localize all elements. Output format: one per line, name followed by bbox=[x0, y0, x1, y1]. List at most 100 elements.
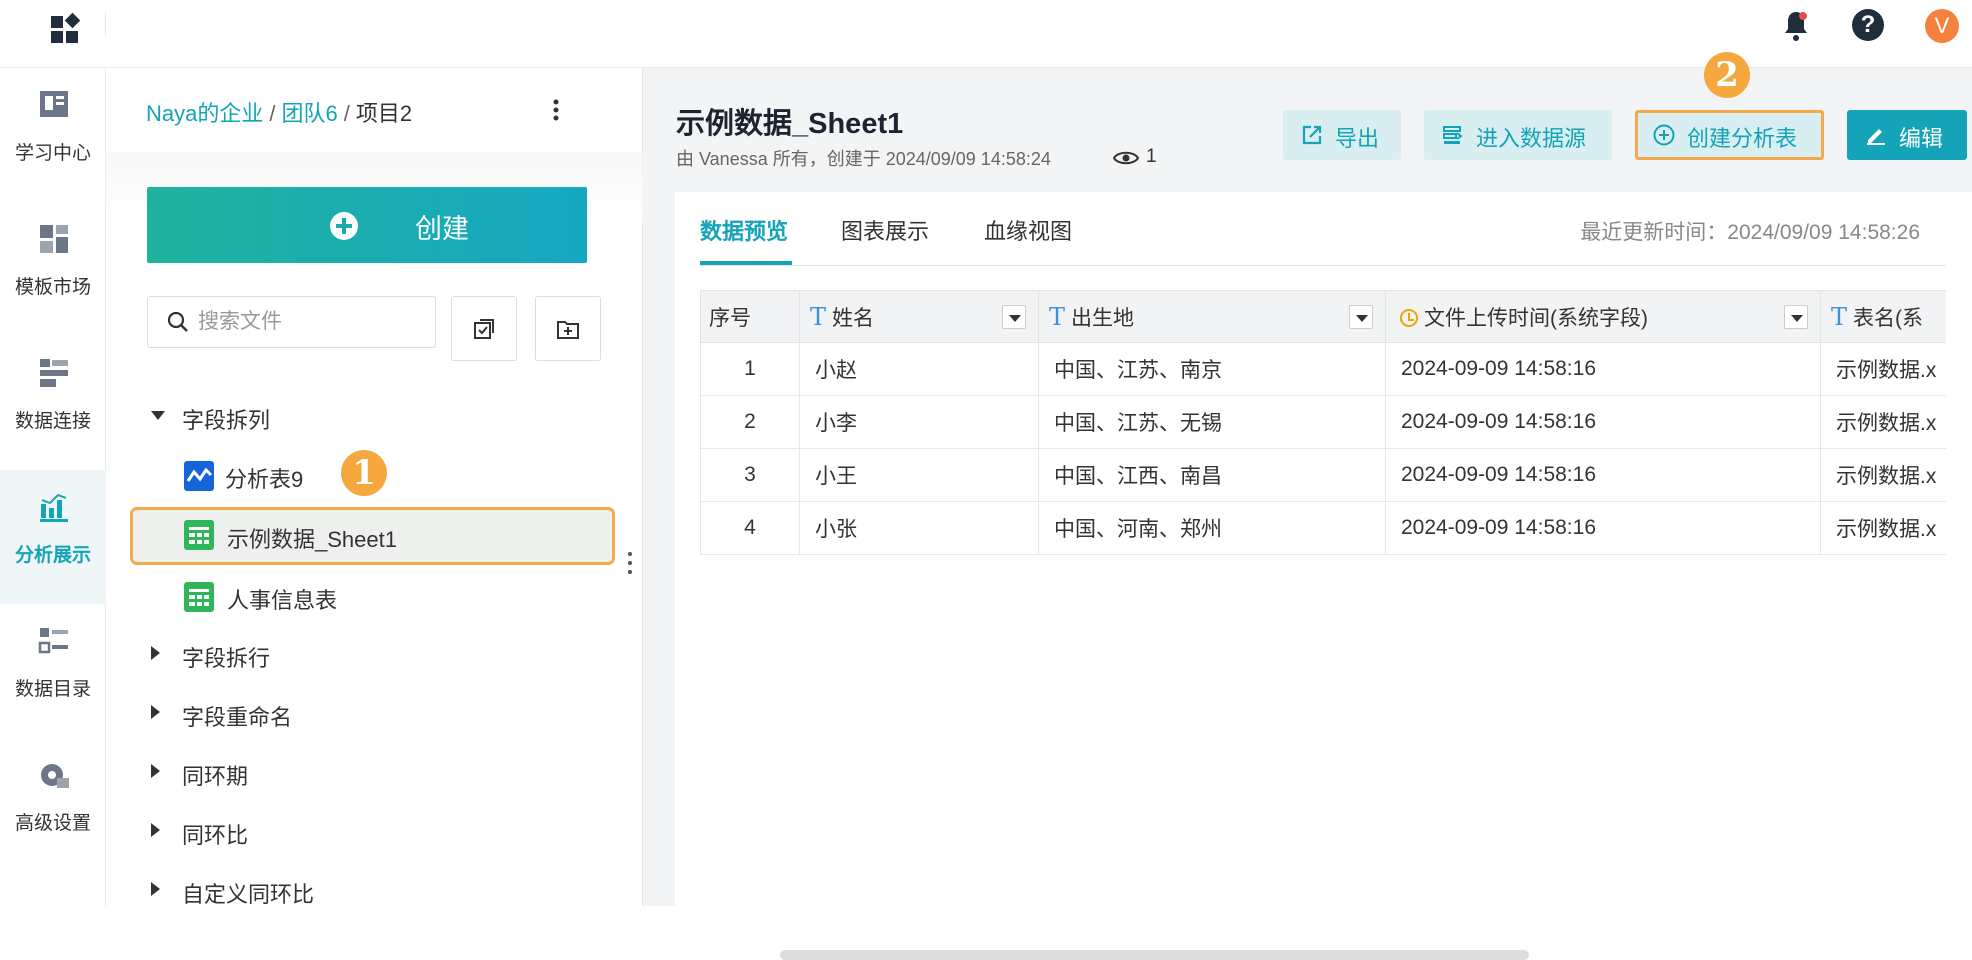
text-type-icon: T bbox=[1831, 302, 1848, 331]
tree-folder-field-rename[interactable]: 字段重命名 bbox=[106, 687, 643, 739]
cell-name: 小李 bbox=[799, 395, 1039, 449]
active-tab-indicator bbox=[700, 261, 792, 265]
app-logo-icon[interactable] bbox=[48, 12, 82, 46]
tree-folder-split-rows[interactable]: 字段拆行 bbox=[106, 628, 643, 680]
more-vertical-icon[interactable] bbox=[550, 96, 562, 124]
table-header-row: 序号 T 姓名 T 出生地 文件上传时间(系统字段) T 表名(系 bbox=[700, 290, 1946, 343]
tree-item-analysis-table[interactable]: 分析表9 1 bbox=[106, 448, 643, 500]
column-header-name[interactable]: T 姓名 bbox=[799, 290, 1039, 343]
datasource-icon bbox=[1443, 126, 1463, 144]
sheet-table-icon bbox=[184, 582, 214, 612]
analysis-table-icon bbox=[184, 461, 214, 491]
cell-upload-time: 2024-09-09 14:58:16 bbox=[1385, 342, 1821, 396]
expanded-arrow-icon[interactable] bbox=[151, 411, 165, 420]
new-folder-button[interactable] bbox=[535, 296, 601, 361]
cell-birthplace: 中国、河南、郑州 bbox=[1038, 501, 1386, 555]
search-input[interactable] bbox=[198, 305, 418, 339]
table-row: 3 小王 中国、江西、南昌 2024-09-09 14:58:16 示例数据.x bbox=[700, 448, 1946, 502]
search-icon bbox=[167, 311, 188, 332]
nav-item-analysis-display[interactable]: 分析展示 bbox=[0, 470, 106, 604]
collapsed-arrow-icon[interactable] bbox=[151, 764, 160, 778]
text-type-icon: T bbox=[1049, 302, 1066, 331]
collapsed-arrow-icon[interactable] bbox=[151, 882, 160, 896]
data-card: 数据预览 图表展示 血缘视图 最近更新时间：2024/09/09 14:58:2… bbox=[675, 192, 1972, 960]
column-dropdown-icon[interactable] bbox=[1349, 305, 1373, 329]
cell-table-name: 示例数据.x bbox=[1820, 448, 1946, 502]
tab-bar: 数据预览 图表展示 血缘视图 最近更新时间：2024/09/09 14:58:2… bbox=[700, 192, 1946, 266]
page-title: 示例数据_Sheet1 bbox=[676, 108, 904, 140]
tree-folder-split-columns[interactable]: 字段拆列 bbox=[106, 390, 643, 442]
collapsed-arrow-icon[interactable] bbox=[151, 646, 160, 660]
cell-upload-time: 2024-09-09 14:58:16 bbox=[1385, 501, 1821, 555]
main-content: 示例数据_Sheet1 由 Vanessa 所有，创建于 2024/09/09 … bbox=[643, 52, 1972, 960]
nav-item-data-connection[interactable]: 数据连接 bbox=[0, 336, 106, 470]
tree-folder-custom-yoy-mom[interactable]: 自定义同环比 bbox=[106, 864, 643, 916]
search-box[interactable] bbox=[147, 296, 436, 348]
collapsed-arrow-icon[interactable] bbox=[151, 823, 160, 837]
cell-birthplace: 中国、江西、南昌 bbox=[1038, 448, 1386, 502]
column-header-index: 序号 bbox=[700, 290, 800, 343]
edit-pencil-icon bbox=[1867, 129, 1885, 145]
nav-item-template-market[interactable]: 模板市场 bbox=[0, 202, 106, 336]
cell-table-name: 示例数据.x bbox=[1820, 501, 1946, 555]
collapsed-arrow-icon[interactable] bbox=[151, 705, 160, 719]
data-grid: 序号 T 姓名 T 出生地 文件上传时间(系统字段) T 表名(系 1 小赵 中国、江… bbox=[700, 290, 1946, 555]
column-dropdown-icon[interactable] bbox=[1784, 305, 1808, 329]
plus-circle-icon bbox=[1653, 124, 1675, 146]
cell-birthplace: 中国、江苏、无锡 bbox=[1038, 395, 1386, 449]
create-label: 创建 bbox=[415, 214, 469, 244]
nav-label: 学习中心 bbox=[14, 143, 91, 164]
batch-edit-icon bbox=[474, 319, 494, 339]
column-dropdown-icon[interactable] bbox=[1002, 305, 1026, 329]
tree-folder-period[interactable]: 同环期 bbox=[106, 746, 643, 798]
tab-data-preview[interactable]: 数据预览 bbox=[700, 214, 788, 246]
nav-item-learning-center[interactable]: 学习中心 bbox=[0, 68, 106, 202]
breadcrumb-team[interactable]: 团队6 bbox=[281, 101, 337, 126]
cell-upload-time: 2024-09-09 14:58:16 bbox=[1385, 395, 1821, 449]
plus-circle-icon bbox=[330, 212, 358, 240]
data-table: 序号 T 姓名 T 出生地 文件上传时间(系统字段) T 表名(系 1 小赵 中国、江… bbox=[700, 290, 1946, 555]
cell-index: 4 bbox=[700, 501, 800, 555]
cell-upload-time: 2024-09-09 14:58:16 bbox=[1385, 448, 1821, 502]
user-avatar[interactable]: V bbox=[1925, 9, 1959, 43]
cell-table-name: 示例数据.x bbox=[1820, 395, 1946, 449]
tree-item-sample-data[interactable]: 示例数据_Sheet1 bbox=[106, 507, 643, 565]
tree-item-hr-table[interactable]: 人事信息表 bbox=[106, 569, 643, 621]
nav-item-advanced-settings[interactable]: 高级设置 bbox=[0, 738, 106, 872]
data-catalog-icon bbox=[38, 628, 68, 654]
learning-center-icon bbox=[40, 91, 68, 117]
edit-button[interactable]: 编辑 bbox=[1847, 110, 1967, 160]
create-analysis-table-button[interactable]: 创建分析表 bbox=[1635, 110, 1824, 160]
column-header-table-name[interactable]: T 表名(系 bbox=[1820, 290, 1946, 343]
table-row: 1 小赵 中国、江苏、南京 2024-09-09 14:58:16 示例数据.x bbox=[700, 342, 1946, 396]
top-bar: ? V bbox=[0, 0, 1972, 68]
eye-icon bbox=[1113, 151, 1139, 165]
nav-label: 数据连接 bbox=[14, 411, 91, 432]
cell-index: 1 bbox=[700, 342, 800, 396]
row-more-icon[interactable] bbox=[627, 549, 633, 577]
enter-datasource-button[interactable]: 进入数据源 bbox=[1424, 110, 1612, 160]
view-count: 1 bbox=[1146, 146, 1157, 167]
breadcrumb-org[interactable]: Naya的企业 bbox=[146, 101, 263, 126]
left-navigation: 学习中心 模板市场 数据连接 分析展示 数据目录 高级设置 bbox=[0, 68, 106, 906]
nav-label: 高级设置 bbox=[14, 813, 91, 834]
horizontal-scrollbar[interactable] bbox=[780, 950, 1529, 960]
tree-folder-yoy-mom[interactable]: 同环比 bbox=[106, 805, 643, 857]
breadcrumb-project: 项目2 bbox=[355, 101, 413, 126]
column-header-birthplace[interactable]: T 出生地 bbox=[1038, 290, 1386, 343]
column-header-upload-time[interactable]: 文件上传时间(系统字段) bbox=[1385, 290, 1821, 343]
export-button[interactable]: 导出 bbox=[1283, 110, 1401, 160]
help-icon[interactable]: ? bbox=[1852, 9, 1884, 41]
last-updated-time: 最近更新时间：2024/09/09 14:58:26 bbox=[1580, 221, 1920, 244]
nav-label: 数据目录 bbox=[14, 679, 91, 700]
text-type-icon: T bbox=[810, 302, 827, 331]
batch-select-button[interactable] bbox=[451, 296, 517, 361]
notification-bell-icon[interactable] bbox=[1781, 8, 1811, 44]
cell-name: 小张 bbox=[799, 501, 1039, 555]
tab-chart-display[interactable]: 图表展示 bbox=[841, 214, 929, 246]
create-button[interactable]: 创建 bbox=[147, 187, 587, 263]
cell-index: 3 bbox=[700, 448, 800, 502]
folder-add-icon bbox=[557, 321, 579, 339]
tab-lineage-view[interactable]: 血缘视图 bbox=[984, 214, 1072, 246]
nav-item-data-catalog[interactable]: 数据目录 bbox=[0, 604, 106, 738]
